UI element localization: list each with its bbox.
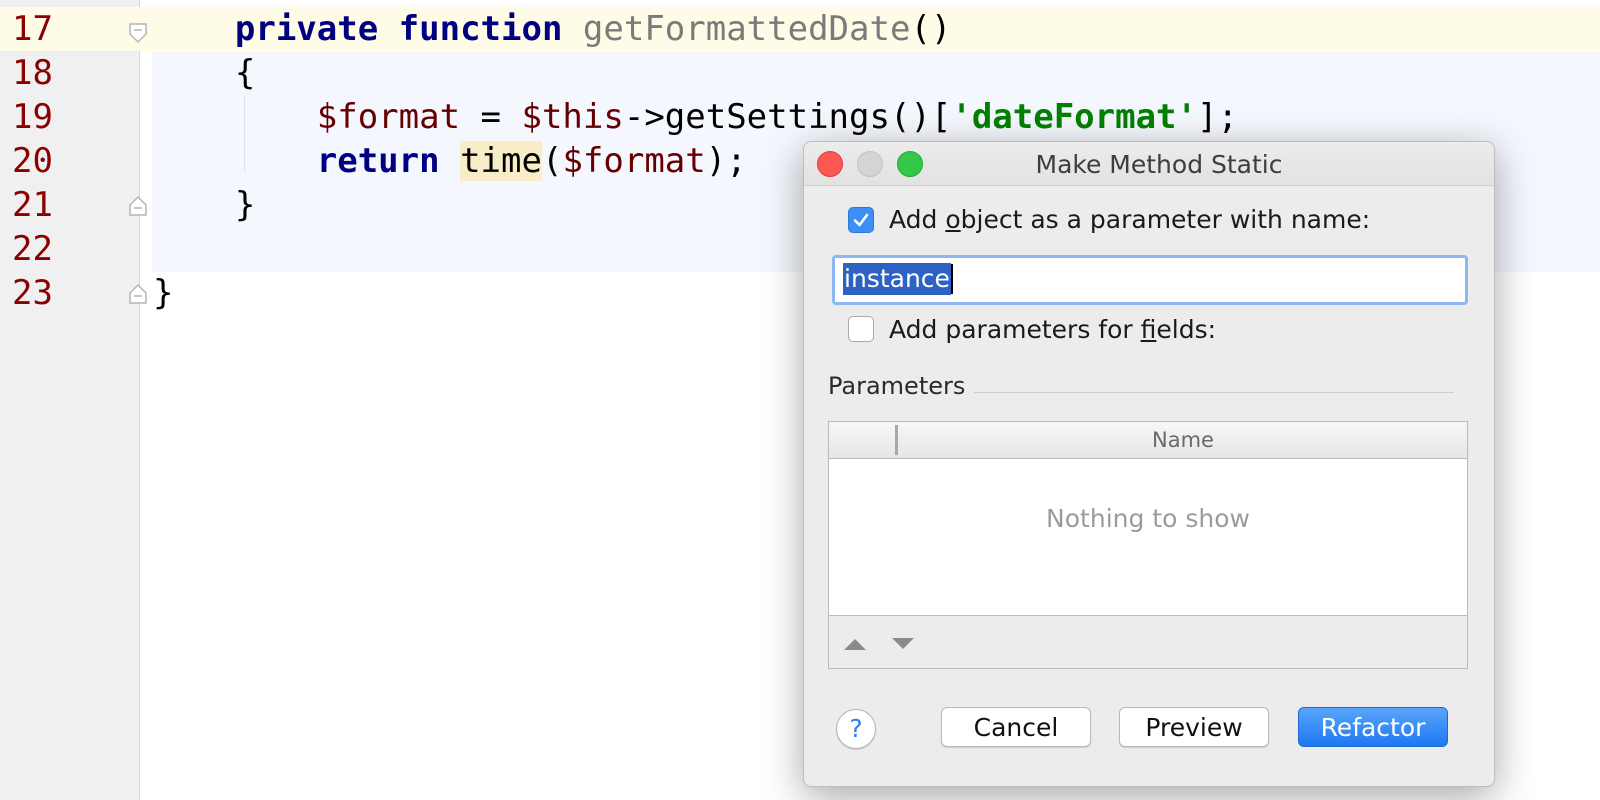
make-method-static-dialog: Make Method Static Add object as a param… [803, 141, 1495, 787]
param-name-selected-text: instance [843, 263, 951, 295]
brace-close: } [234, 185, 256, 225]
code-text: { [153, 55, 255, 91]
line-number: 19 [12, 97, 53, 137]
move-up-icon[interactable] [841, 636, 869, 652]
assign-op: = [460, 97, 522, 137]
add-object-param-label[interactable]: Add object as a parameter with name: [889, 205, 1370, 234]
help-button[interactable]: ? [836, 709, 876, 749]
variable-format: $format [316, 97, 461, 137]
variable-this: $this [521, 97, 624, 137]
keyword-function: function [398, 9, 563, 49]
line-number: 18 [12, 53, 53, 93]
fold-end-icon[interactable] [128, 195, 148, 217]
function-time: time [460, 141, 542, 181]
add-fields-params-label[interactable]: Add parameters for fields: [889, 315, 1216, 344]
column-separator[interactable] [895, 425, 898, 455]
line-number: 22 [12, 229, 53, 269]
class-brace-close: } [153, 273, 174, 313]
empty-state-text: Nothing to show [1046, 504, 1250, 533]
keyword-private: private [234, 9, 379, 49]
parameters-table[interactable]: Name Nothing to show [828, 421, 1468, 669]
text-caret [951, 264, 953, 294]
bracket-end: ]; [1197, 97, 1238, 137]
add-fields-params-checkbox[interactable] [848, 316, 874, 342]
paren-close: ); [705, 141, 747, 181]
code-text: } [153, 187, 255, 223]
param-name-input[interactable]: instance [832, 255, 1468, 305]
method-call: ->getSettings()[ [623, 97, 952, 137]
fold-collapse-icon[interactable] [128, 22, 148, 44]
line-number: 20 [12, 141, 53, 181]
add-object-param-checkbox[interactable] [848, 207, 874, 233]
code-text: return time($format); [153, 141, 747, 181]
fold-end-icon[interactable] [128, 283, 148, 305]
code-text: } [153, 275, 173, 311]
string-literal: 'dateFormat' [951, 97, 1197, 137]
cancel-button[interactable]: Cancel [941, 707, 1091, 747]
code-line-17[interactable]: 17 private function getFormattedDate() [0, 7, 1600, 51]
code-text: private function getFormattedDate() [153, 9, 952, 49]
indent-guide [244, 96, 245, 172]
preview-button[interactable]: Preview [1119, 707, 1269, 747]
paren-open: ( [541, 141, 563, 181]
variable-format: $format [562, 141, 706, 181]
move-down-icon[interactable] [889, 636, 917, 652]
line-number: 17 [12, 9, 53, 49]
column-header-name[interactable]: Name [899, 428, 1467, 452]
code-text: $format = $this->getSettings()['dateForm… [153, 99, 1238, 135]
table-toolbar [829, 615, 1467, 668]
refactor-button[interactable]: Refactor [1298, 707, 1448, 747]
section-divider [974, 392, 1454, 393]
dialog-title: Make Method Static [1035, 150, 1283, 179]
checkmark-icon [853, 213, 869, 227]
dialog-titlebar[interactable]: Make Method Static [804, 142, 1494, 186]
code-line-19[interactable]: 19 $format = $this->getSettings()['dateF… [0, 95, 1600, 139]
line-number: 21 [12, 185, 53, 225]
parens: () [910, 9, 952, 49]
code-line-18[interactable]: 18 { [0, 51, 1600, 95]
brace-open: { [234, 53, 256, 93]
parameters-section-title: Parameters [828, 372, 966, 400]
table-header: Name [829, 422, 1467, 459]
line-number: 23 [12, 273, 53, 313]
function-name: getFormattedDate [582, 9, 911, 49]
keyword-return: return [316, 141, 440, 181]
